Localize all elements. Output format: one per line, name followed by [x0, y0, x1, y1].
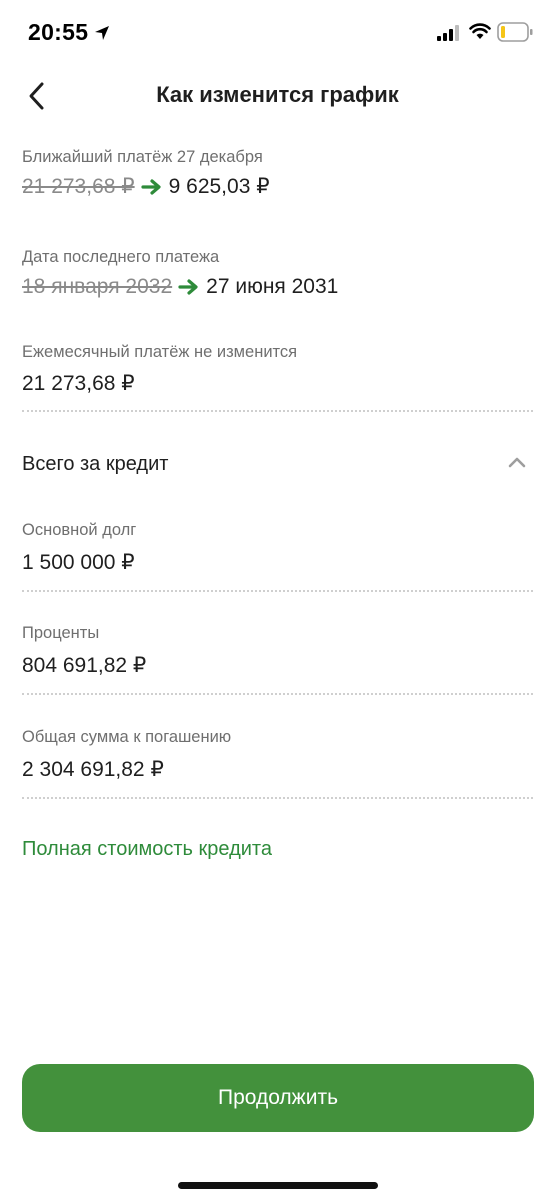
next-payment-value: 21 273,68 ₽ 9 625,03 ₽ — [22, 174, 270, 199]
interest-value: 804 691,82 ₽ — [22, 654, 147, 677]
monthly-payment-label: Ежемесячный платёж не изменится — [22, 343, 298, 361]
total-repayment-value: 2 304 691,82 ₽ — [22, 758, 164, 781]
divider — [22, 797, 533, 799]
arrow-right-icon — [178, 279, 198, 295]
location-arrow-icon — [95, 26, 109, 40]
monthly-payment-value: 21 273,68 ₽ — [22, 372, 135, 395]
principal-label: Основной долг — [22, 521, 137, 539]
full-cost-link[interactable]: Полная стоимость кредита — [22, 838, 272, 861]
chevron-up-icon[interactable] — [506, 453, 528, 471]
next-payment-old-value: 21 273,68 ₽ — [22, 175, 135, 198]
total-repayment-label: Общая сумма к погашению — [22, 728, 232, 746]
status-time: 20:55 — [28, 19, 89, 45]
page-title: Как изменится график — [156, 82, 399, 107]
next-payment-new-value: 9 625,03 ₽ — [168, 175, 270, 198]
cellular-signal-icon — [437, 25, 459, 41]
last-payment-value: 18 января 2032 27 июня 2031 — [22, 275, 338, 299]
divider — [22, 693, 533, 695]
continue-button[interactable]: Продолжить — [22, 1064, 534, 1132]
last-payment-old-value: 18 января 2032 — [22, 275, 173, 298]
navigation-bar: Как изменится график — [0, 72, 555, 120]
principal-value: 1 500 000 ₽ — [22, 551, 135, 574]
status-bar: 20:55 — [0, 0, 555, 64]
last-payment-label: Дата последнего платежа — [22, 248, 220, 266]
battery-icon — [497, 22, 533, 42]
divider — [22, 590, 533, 592]
last-payment-new-value: 27 июня 2031 — [206, 275, 339, 298]
interest-label: Проценты — [22, 624, 100, 642]
total-section-title[interactable]: Всего за кредит — [22, 453, 168, 476]
home-indicator — [178, 1182, 378, 1189]
next-payment-label: Ближайший платёж 27 декабря — [22, 148, 263, 166]
wifi-icon — [469, 23, 491, 39]
divider — [22, 410, 533, 412]
arrow-right-icon — [141, 178, 161, 195]
